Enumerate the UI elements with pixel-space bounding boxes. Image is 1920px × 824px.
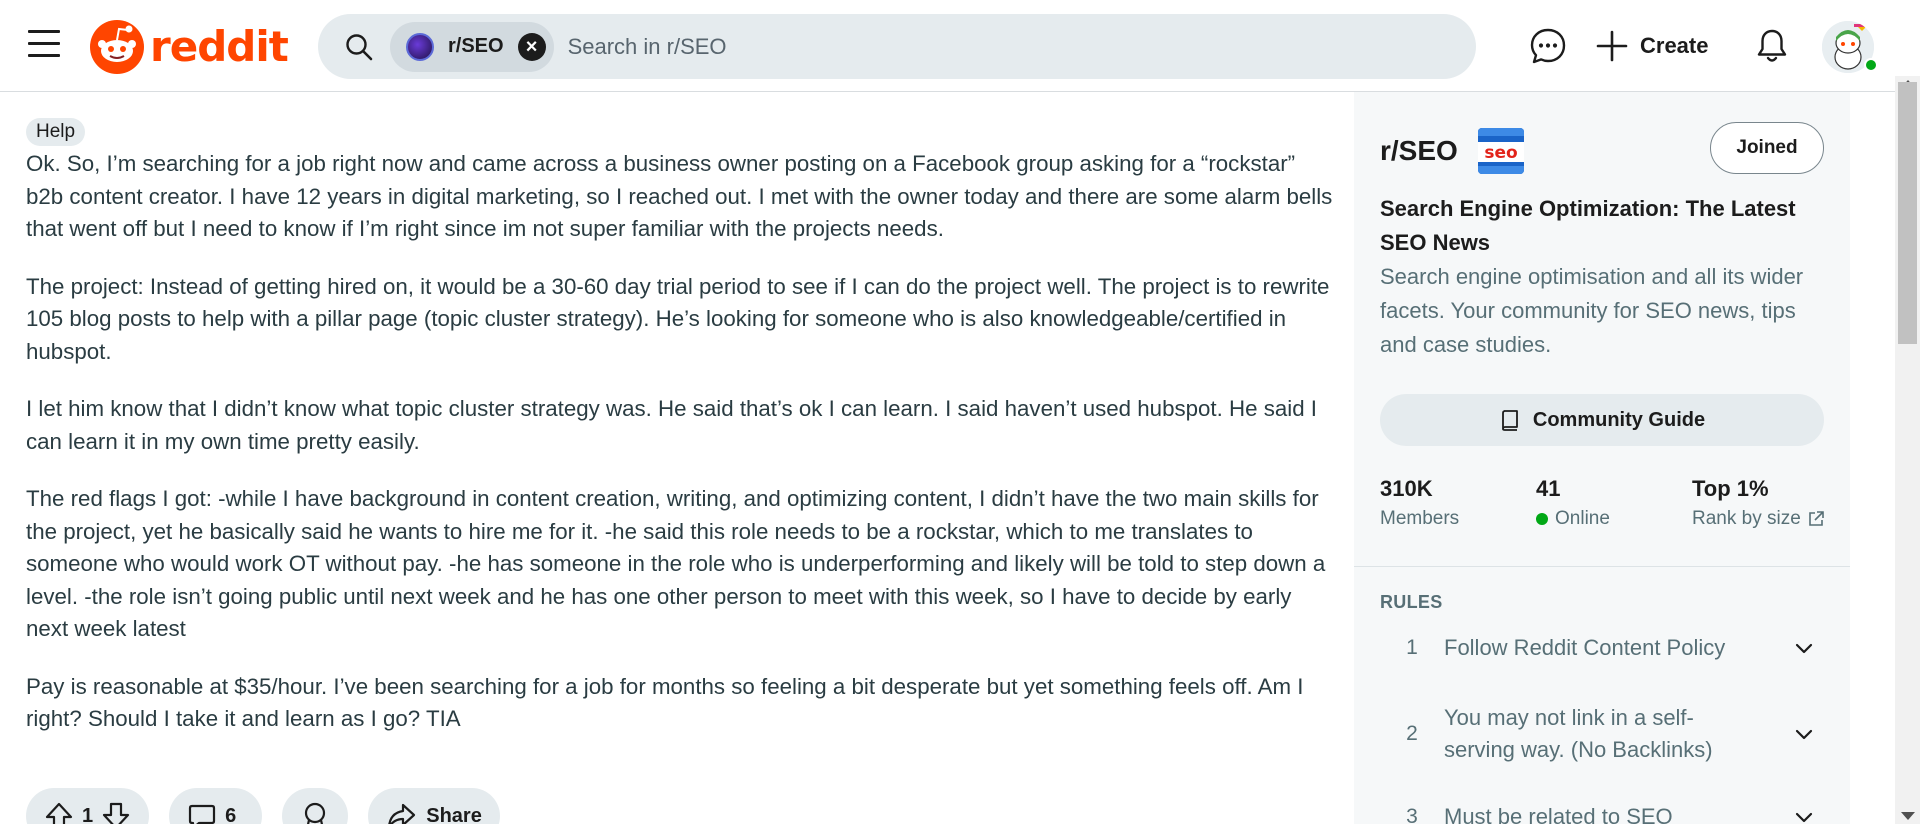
rule-item[interactable]: 2 You may not link in a self-serving way… <box>1380 702 1830 766</box>
book-icon <box>1501 410 1518 431</box>
seo-icon-text: seo <box>1484 143 1517 163</box>
snoo-icon <box>90 20 144 74</box>
online-dot-icon <box>1536 513 1548 525</box>
rule-item[interactable]: 1 Follow Reddit Content Policy <box>1380 628 1830 668</box>
community-guide-button[interactable]: Community Guide <box>1380 394 1824 446</box>
plus-icon <box>1596 30 1628 62</box>
online-stat: 41 Online <box>1536 476 1610 530</box>
chat-icon[interactable] <box>1528 26 1568 66</box>
members-stat: 310K Members <box>1380 476 1459 530</box>
reddit-logo[interactable]: reddit <box>90 19 289 75</box>
community-name[interactable]: r/SEO <box>1380 135 1458 167</box>
seo-logo-icon: seo <box>1477 128 1524 174</box>
community-description: Search engine optimisation and all its w… <box>1380 264 1804 357</box>
rule-number: 1 <box>1406 636 1418 659</box>
chevron-down-icon <box>1795 729 1813 740</box>
online-status-dot <box>1864 58 1878 72</box>
scroll-down-arrow-icon[interactable] <box>1901 812 1915 820</box>
comment-count: 6 <box>225 804 237 824</box>
rank-value: Top 1% <box>1692 476 1769 501</box>
page-scrollbar[interactable] <box>1895 76 1920 824</box>
sidebar-divider <box>1354 566 1850 567</box>
close-icon[interactable]: × <box>517 32 546 61</box>
subreddit-avatar <box>406 32 434 61</box>
rule-text: Follow Reddit Content Policy <box>1444 635 1726 660</box>
community-stats: 310K Members 41 Online Top 1% Rank by si… <box>1380 476 1830 538</box>
post-paragraph: Pay is reasonable at $35/hour. I’ve been… <box>26 673 1304 732</box>
rule-number: 2 <box>1406 722 1418 745</box>
rank-stat[interactable]: Top 1% Rank by size <box>1692 476 1825 530</box>
community-icon: seo <box>1477 128 1524 174</box>
online-label: Online <box>1555 508 1610 529</box>
subreddit-chip-label: r/SEO <box>448 35 504 57</box>
post-paragraph: The project: Instead of getting hired on… <box>26 273 1330 364</box>
scrollbar-thumb[interactable] <box>1898 82 1917 344</box>
members-label: Members <box>1380 508 1460 529</box>
bell-icon[interactable] <box>1752 26 1792 66</box>
share-label: Share <box>426 804 482 824</box>
post-content: Help Ok. So, I’m searching for a job rig… <box>26 92 1336 824</box>
create-button[interactable]: Create <box>1596 26 1708 66</box>
menu-icon[interactable] <box>28 30 60 60</box>
post-paragraph: Ok. So, I’m searching for a job right no… <box>26 151 1333 241</box>
community-guide-label: Community Guide <box>1532 408 1706 431</box>
reddit-wordmark: reddit <box>150 22 289 71</box>
share-button[interactable]: Share <box>368 788 500 824</box>
post-flair[interactable]: Help <box>26 118 86 146</box>
community-title: r/SEO seo <box>1380 128 1524 174</box>
rule-text: You may not link in a self-serving way. … <box>1444 705 1713 762</box>
post-body: Ok. So, I’m searching for a job right no… <box>26 148 1336 761</box>
comments-button[interactable]: 6 <box>169 788 263 824</box>
upvote-icon[interactable] <box>44 801 74 824</box>
rule-number: 3 <box>1406 805 1418 824</box>
rules-heading: RULES <box>1380 592 1443 612</box>
vote-count: 1 <box>82 804 94 824</box>
post-paragraph: I let him know that I didn’t know what t… <box>26 396 1317 454</box>
comment-icon <box>189 804 216 824</box>
downvote-icon[interactable] <box>101 801 131 824</box>
top-nav: reddit r/SEO × Create <box>0 0 1920 92</box>
create-label: Create <box>1640 33 1709 58</box>
subreddit-filter-chip: r/SEO × <box>390 21 554 72</box>
post-paragraph: The red flags I got: -while I have backg… <box>26 486 1326 641</box>
share-icon <box>388 803 416 824</box>
search-bar[interactable]: r/SEO × <box>318 14 1476 79</box>
rank-label: Rank by size <box>1692 508 1801 529</box>
community-sidebar: r/SEO seo Joined Search Engine Optimizat… <box>1354 92 1850 824</box>
vote-control: 1 <box>26 788 150 824</box>
chevron-down-icon <box>1795 643 1813 654</box>
search-input[interactable] <box>567 33 1476 60</box>
members-count: 310K <box>1380 476 1433 501</box>
external-link-icon <box>1808 511 1824 526</box>
rule-text: Must be related to SEO <box>1444 804 1673 824</box>
search-icon <box>346 33 373 60</box>
community-heading: Search Engine Optimization: The Latest S… <box>1380 196 1796 255</box>
joined-button[interactable]: Joined <box>1710 122 1824 174</box>
online-count: 41 <box>1536 476 1561 501</box>
rule-item[interactable]: 3 Must be related to SEO <box>1380 797 1830 824</box>
award-icon <box>305 802 326 824</box>
post-action-bar: 1 6 Share <box>26 788 520 824</box>
chevron-down-icon <box>1795 812 1813 823</box>
award-button[interactable] <box>282 788 349 824</box>
